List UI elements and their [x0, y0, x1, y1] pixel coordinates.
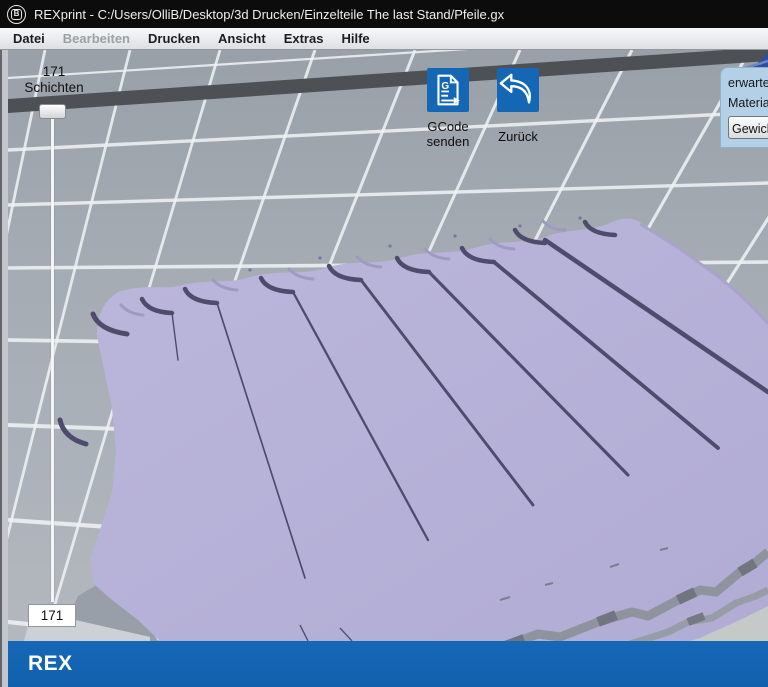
gcode-send-button[interactable]: G: [427, 68, 469, 112]
svg-text:G: G: [441, 81, 449, 92]
layer-slider-label: 171 Schichten: [16, 64, 92, 95]
info-row-expected: erwarte: [728, 76, 768, 90]
back-label: Zurück: [487, 129, 549, 144]
undo-arrow-icon: [497, 68, 539, 112]
title-bar: B REXprint - C:/Users/OlliB/Desktop/3d D…: [0, 0, 768, 28]
window-title: REXprint - C:/Users/OlliB/Desktop/3d Dru…: [34, 7, 504, 22]
weight-button[interactable]: Gewich: [728, 116, 768, 139]
menu-item-bearbeiten[interactable]: Bearbeiten: [54, 31, 139, 46]
menu-item-extras[interactable]: Extras: [275, 31, 333, 46]
menu-bar: Datei Bearbeiten Drucken Ansicht Extras …: [0, 28, 768, 50]
menu-item-drucken[interactable]: Drucken: [139, 31, 209, 46]
layer-unit: Schichten: [16, 80, 92, 96]
back-button[interactable]: [497, 68, 539, 112]
footer-bar: REX: [8, 641, 768, 687]
layer-value-box[interactable]: 171: [28, 604, 76, 627]
gcode-send-label: GCode senden: [415, 119, 481, 150]
layer-slider-handle[interactable]: [39, 104, 66, 119]
layer-count: 171: [16, 64, 92, 80]
print-info-panel: erwarte Materia Gewich: [720, 67, 768, 148]
menu-item-datei[interactable]: Datei: [4, 31, 54, 46]
menu-item-ansicht[interactable]: Ansicht: [209, 31, 275, 46]
rexprint-window: B REXprint - C:/Users/OlliB/Desktop/3d D…: [0, 0, 768, 687]
brand-text: REX: [28, 652, 73, 676]
info-row-material: Materia: [728, 96, 768, 110]
rexprint-logo-icon: B: [7, 5, 26, 24]
gcode-document-icon: G: [427, 68, 469, 112]
layer-slider-track[interactable]: [51, 119, 54, 602]
window-frame-left: [0, 50, 8, 687]
menu-item-hilfe[interactable]: Hilfe: [332, 31, 378, 46]
3d-viewport[interactable]: [8, 50, 768, 641]
